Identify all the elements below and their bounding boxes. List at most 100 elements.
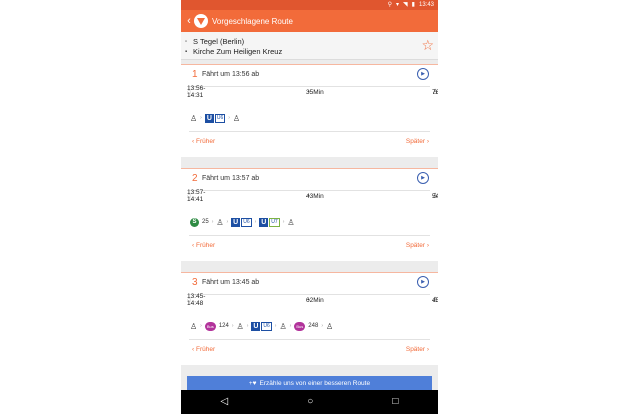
- departure-text: Fährt um 13:56 ab: [202, 71, 260, 78]
- line-label: 124: [218, 323, 229, 329]
- route-number: 1: [192, 69, 198, 80]
- route-info: ◌13:56-14:31 ◔35Min ♙764m: [181, 85, 438, 104]
- back-triangle-icon[interactable]: ◁: [221, 397, 229, 407]
- duration: 62Min: [306, 296, 324, 304]
- time-range: 13:56-14:31: [187, 85, 206, 99]
- recents-square-icon[interactable]: □: [392, 397, 398, 407]
- line-label: 248: [308, 323, 319, 329]
- app-logo-icon: [194, 14, 208, 28]
- time-range: 13:57-14:41: [187, 189, 206, 203]
- separator-icon: ›: [231, 323, 234, 329]
- ubahn-icon: U: [231, 217, 241, 227]
- better-route-label: Erzähle uns von einer besseren Route: [259, 379, 371, 387]
- play-route-button[interactable]: ▶: [417, 68, 429, 80]
- walk-distance: 546m: [432, 192, 438, 200]
- later-button[interactable]: Später ›: [406, 138, 429, 145]
- route-info: ◌13:45-14:48 ◔62Min ♙452m: [181, 293, 438, 312]
- app-bar: ‹ Vorgeschlagene Route: [181, 10, 438, 32]
- route-card-2[interactable]: 2 Fährt um 13:57 ab ▶ ◌ 13:57-14:41 ◔ 43Mi…: [181, 168, 438, 261]
- earlier-button[interactable]: ‹ Früher: [192, 242, 215, 249]
- route-info: ◌13:57-14:41 ◔43Min ♙546m: [181, 189, 438, 208]
- walk-distance: 452m: [432, 296, 438, 304]
- route-card-1[interactable]: 1 Fährt um 13:56 ab ▶ ◌ 13:56-14:31 ◔ 35Mi…: [181, 64, 438, 157]
- duration: 35Min: [306, 88, 324, 96]
- later-button[interactable]: Später ›: [406, 346, 429, 353]
- departure-text: Fährt um 13:57 ab: [202, 175, 260, 182]
- route-number: 2: [192, 173, 198, 184]
- ubahn-badge: U U6: [204, 113, 226, 123]
- separator-icon: ›: [228, 115, 230, 121]
- bus-icon: Bus: [204, 321, 216, 331]
- earlier-button[interactable]: ‹ Früher: [192, 138, 215, 145]
- walk-icon: ♙: [232, 113, 241, 123]
- ubahn-icon: U: [259, 217, 269, 227]
- ubahn-badge: U U7: [259, 217, 280, 227]
- phone-screen: ⚲ ▾ ◥ ▮ 13:43 ‹ Vorgeschlagene Route ▫ S…: [181, 0, 438, 414]
- later-button[interactable]: Später ›: [406, 242, 429, 249]
- location-icon: ⚲: [387, 2, 393, 8]
- walk-icon: ♙: [236, 321, 244, 331]
- status-time: 13:43: [418, 2, 434, 8]
- line-label: 25: [202, 219, 209, 225]
- home-circle-icon[interactable]: ○: [307, 397, 313, 407]
- divider: [189, 131, 430, 132]
- route-header: 3 Fährt um 13:45 ab ▶: [181, 272, 438, 294]
- separator-icon: ›: [200, 323, 202, 329]
- android-nav-bar: ◁ ○ □: [181, 390, 438, 414]
- divider: [189, 235, 430, 236]
- play-route-button[interactable]: ▶: [417, 276, 429, 288]
- walk-icon: ♙: [216, 217, 224, 227]
- battery-icon: ▮: [411, 2, 415, 8]
- time-range: 13:45-14:48: [187, 293, 206, 307]
- walk-icon: ♙: [190, 321, 198, 331]
- divider: [189, 86, 430, 87]
- separator-icon: ›: [321, 323, 323, 329]
- walk-icon: ♙: [325, 321, 334, 331]
- duration: 43Min: [306, 192, 324, 200]
- route-header: 1 Fährt um 13:56 ab ▶: [181, 64, 438, 86]
- better-route-button[interactable]: +♥ Erzähle uns von einer besseren Route: [187, 376, 432, 390]
- route-header: 2 Fährt um 13:57 ab ▶: [181, 168, 438, 190]
- route-legs: ♙ › Bus 124 › ♙ › U U6 › ♙ › Bus 248 › ♙: [190, 319, 333, 333]
- divider: [189, 294, 430, 295]
- separator-icon: ›: [282, 219, 285, 225]
- separator-icon: ›: [254, 219, 257, 225]
- sbahn-icon: S: [190, 217, 199, 227]
- line-label: U6: [261, 321, 272, 331]
- origin-stop: ▫ S Tegel (Berlin): [185, 37, 245, 46]
- bus-icon: Bus: [294, 321, 306, 331]
- separator-icon: ›: [274, 323, 277, 329]
- ubahn-icon: U: [204, 113, 214, 123]
- destination-stop: ▪ Kirche Zum Heiligen Kreuz: [185, 47, 283, 56]
- ubahn-badge: U U6: [251, 321, 272, 331]
- signal-icon: ▾: [396, 2, 400, 8]
- separator-icon: ›: [289, 323, 292, 329]
- separator-icon: ›: [211, 219, 214, 225]
- departure-text: Fährt um 13:45 ab: [202, 279, 260, 286]
- earlier-button[interactable]: ‹ Früher: [192, 346, 215, 353]
- route-number: 3: [192, 277, 198, 288]
- separator-icon: ›: [226, 219, 229, 225]
- play-route-button[interactable]: ▶: [417, 172, 429, 184]
- status-bar: ⚲ ▾ ◥ ▮ 13:43: [181, 0, 438, 10]
- page-title: Vorgeschlagene Route: [212, 16, 293, 26]
- walk-icon: ♙: [279, 321, 287, 331]
- favorite-star-icon[interactable]: ☆: [421, 38, 434, 52]
- route-legs: ♙ › U U6 › ♙: [190, 111, 240, 125]
- walk-distance: 764m: [432, 88, 438, 96]
- walk-icon: ♙: [287, 217, 295, 227]
- destination-marker-icon: ▪: [185, 48, 188, 55]
- ubahn-badge: U U6: [231, 217, 252, 227]
- separator-icon: ›: [246, 323, 249, 329]
- route-stops: ▫ S Tegel (Berlin) ▪ Kirche Zum Heiligen…: [181, 32, 438, 60]
- divider: [189, 339, 430, 340]
- walk-icon: ♙: [190, 113, 198, 123]
- wifi-icon: ◥: [403, 2, 408, 8]
- back-arrow-icon[interactable]: ‹: [184, 13, 194, 29]
- route-card-3[interactable]: 3 Fährt um 13:45 ab ▶ ◌ 13:45-14:48 ◔ 62Mi…: [181, 272, 438, 365]
- origin-marker-icon: ▫: [185, 38, 188, 45]
- heart-plus-icon: +♥: [248, 379, 257, 387]
- ubahn-icon: U: [251, 321, 261, 331]
- line-label: U6: [214, 113, 226, 123]
- line-label: U7: [269, 217, 280, 227]
